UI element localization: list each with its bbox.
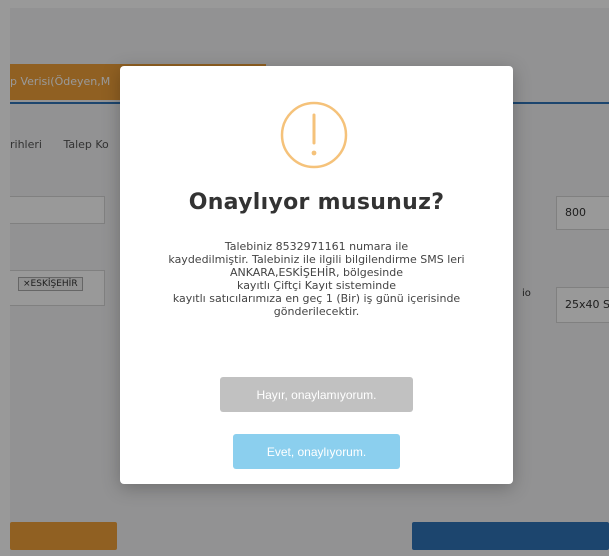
confirm-dialog: Onaylıyor musunuz? Talebiniz 8532971161 …	[120, 66, 513, 484]
message-line: kayıtlı Çiftçi Kayıt sisteminde	[237, 279, 396, 292]
dialog-message: Talebiniz 8532971161 numara ile kaydedil…	[140, 240, 493, 318]
message-line: gönderilecektir.	[273, 305, 360, 318]
exclamation-circle-icon	[280, 101, 348, 169]
message-line: kayıtlı satıcılarımıza en geç 1 (Bir) iş…	[172, 292, 461, 305]
cancel-button[interactable]: Hayır, onaylamıyorum.	[220, 377, 413, 412]
dialog-title: Onaylıyor musunuz?	[188, 190, 445, 215]
message-line: kaydedilmiştir. Talebiniz ile ilgili bil…	[168, 253, 465, 266]
confirm-button[interactable]: Evet, onaylıyorum.	[233, 434, 400, 469]
message-line: ANKARA,ESKİŞEHİR, bölgesinde	[229, 266, 404, 279]
message-line: Talebiniz 8532971161 numara ile	[224, 240, 409, 253]
